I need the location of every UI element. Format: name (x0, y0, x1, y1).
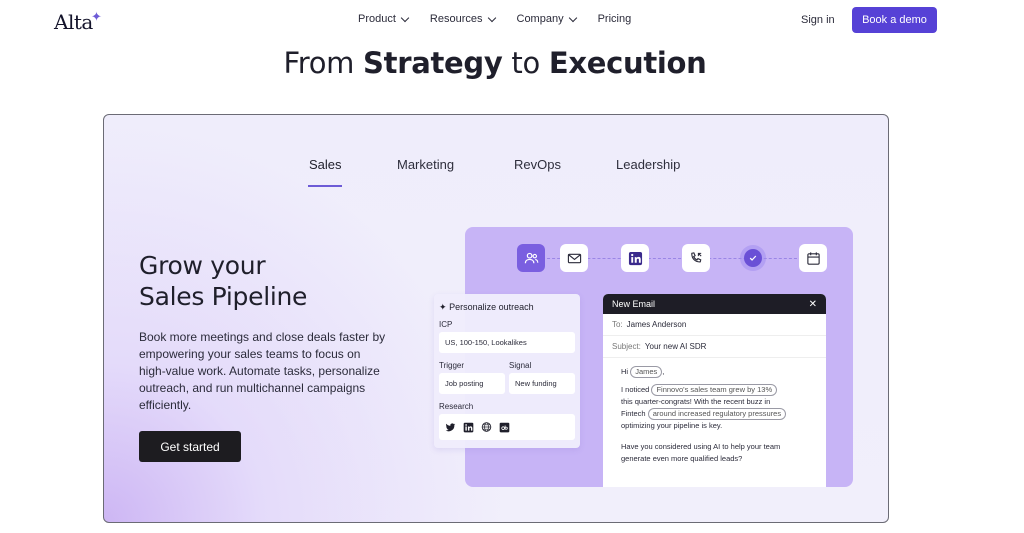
body-line3: Fintech (621, 409, 646, 418)
tab-leadership[interactable]: Leadership (616, 157, 680, 172)
nav-company-label: Company (516, 13, 564, 25)
sparkle-icon: ✦ (439, 302, 447, 312)
email-body[interactable]: Hi James, I noticed Finnovo's sales team… (603, 358, 826, 473)
tab-sales[interactable]: Sales (309, 157, 342, 172)
linkedin-icon (463, 422, 474, 433)
email-header-title: New Email (612, 299, 656, 309)
body-paragraph2: Have you considered using AI to help you… (621, 442, 781, 463)
get-started-button[interactable]: Get started (139, 431, 241, 462)
signal-label: Signal (509, 361, 532, 370)
title-to: to (511, 46, 540, 80)
hero-title: From Strategy to Execution (0, 46, 990, 80)
sparkle-icon: ✦ (91, 9, 102, 24)
nav-product-label: Product (358, 13, 396, 25)
body-line2: this quarter-congrats! With the recent b… (621, 397, 771, 406)
crunchbase-icon (499, 422, 510, 433)
greeting: Hi (621, 367, 629, 376)
to-label: To: (612, 320, 623, 329)
nav-resources[interactable]: Resources (429, 13, 496, 25)
trigger-label: Trigger (439, 361, 465, 370)
check-dot (744, 249, 762, 267)
top-nav: Alta ✦ Product Resources Company Pricing… (0, 0, 1024, 44)
chevron-down-icon (568, 13, 577, 22)
calendar-icon (799, 244, 827, 272)
nav-links: Product Resources Company Pricing (358, 13, 653, 25)
close-icon[interactable]: ✕ (809, 299, 817, 310)
name-variable-pill: James (630, 366, 663, 378)
nav-company[interactable]: Company (516, 13, 577, 25)
active-tab-indicator (308, 185, 342, 187)
panel-title: ✦ Personalize outreach (439, 302, 534, 313)
tab-revops[interactable]: RevOps (514, 157, 561, 172)
subject-value: Your new AI SDR (644, 342, 707, 351)
tab-marketing[interactable]: Marketing (397, 157, 454, 172)
linkedin-icon (621, 244, 649, 272)
subject-label: Subject: (612, 342, 641, 351)
section-heading: Grow your Sales Pipeline (139, 250, 307, 312)
to-value: James Anderson (626, 320, 687, 329)
heading-line1: Grow your (139, 251, 266, 280)
phone-icon (682, 244, 710, 272)
body-line4: optimizing your pipeline is key. (621, 421, 723, 430)
icp-field[interactable]: US, 100-150, Lookalikes (439, 332, 575, 353)
email-subject-row[interactable]: Subject: Your new AI SDR (603, 336, 826, 358)
personalize-outreach-panel: ✦ Personalize outreach ICP US, 100-150, … (434, 294, 580, 448)
check-icon (739, 244, 767, 272)
body-line1: I noticed (621, 385, 650, 394)
nav-pricing[interactable]: Pricing (598, 13, 632, 25)
feature-card: Sales Marketing RevOps Leadership Grow y… (103, 114, 889, 523)
nav-product[interactable]: Product (358, 13, 410, 25)
people-icon (517, 244, 545, 272)
logo[interactable]: Alta (54, 10, 93, 34)
book-demo-button[interactable]: Book a demo (852, 7, 937, 33)
sign-in-link[interactable]: Sign in (801, 14, 835, 26)
signal-field[interactable]: New funding (509, 373, 575, 394)
panel-title-text: Personalize outreach (449, 302, 534, 312)
email-header: New Email ✕ (603, 294, 826, 314)
twitter-icon (445, 422, 456, 433)
regulatory-variable-pill: around increased regulatory pressures (647, 408, 787, 420)
growth-variable-pill: Finnovo's sales team grew by 13% (651, 384, 778, 396)
email-to-row[interactable]: To: James Anderson (603, 314, 826, 336)
research-sources[interactable] (439, 414, 575, 440)
title-execution: Execution (548, 46, 707, 80)
icp-label: ICP (439, 320, 453, 329)
nav-resources-label: Resources (429, 13, 483, 25)
mail-icon (560, 244, 588, 272)
email-compose-window: New Email ✕ To: James Anderson Subject: … (603, 294, 826, 487)
title-from: From (283, 46, 355, 80)
chevron-down-icon (487, 13, 496, 22)
heading-line2: Sales Pipeline (139, 282, 308, 311)
tab-bar: Sales Marketing RevOps Leadership (104, 157, 888, 187)
workflow-steps (517, 244, 827, 274)
title-strategy: Strategy (363, 46, 503, 80)
research-icons (445, 422, 510, 433)
nav-pricing-label: Pricing (597, 13, 632, 25)
research-label: Research (439, 402, 474, 411)
section-description: Book more meetings and close deals faste… (139, 330, 386, 412)
trigger-field[interactable]: Job posting (439, 373, 505, 394)
chevron-down-icon (400, 13, 410, 22)
globe-icon (481, 422, 492, 433)
